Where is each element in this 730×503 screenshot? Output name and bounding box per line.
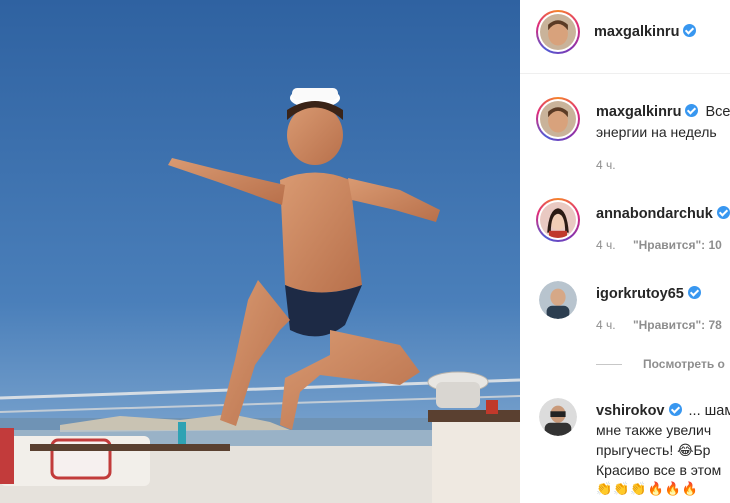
- post-photo[interactable]: [0, 0, 520, 503]
- comment-meta: 4 ч. "Нравится": 10: [596, 238, 722, 252]
- comment-username-text: annabondarchuk: [596, 206, 713, 222]
- comment-username-text: vshirokov: [596, 403, 665, 419]
- author-avatar[interactable]: [536, 10, 580, 54]
- post-header: maxgalkinru: [520, 0, 730, 74]
- comment-avatar[interactable]: [539, 281, 577, 319]
- replies-divider: [596, 364, 622, 365]
- comment-emojis: 👏👏👏🔥🔥🔥: [596, 481, 700, 496]
- verified-badge-icon: [685, 104, 699, 117]
- comment-username[interactable]: igorkrutoy65: [596, 286, 701, 302]
- comment-username[interactable]: vshirokov ... шам: [596, 403, 730, 419]
- comment-text: ... шам: [688, 403, 730, 419]
- verified-badge-icon: [683, 24, 697, 37]
- comment-avatar[interactable]: [536, 198, 580, 242]
- comment-likes[interactable]: "Нравится": 10: [633, 238, 722, 252]
- comment-text-line: мне также увелич: [596, 422, 712, 438]
- comment-avatar[interactable]: [539, 398, 577, 436]
- verified-badge-icon: [668, 403, 682, 416]
- comment-avatar[interactable]: [536, 97, 580, 141]
- author-username[interactable]: maxgalkinru: [594, 24, 697, 40]
- comment-meta: 4 ч. "Нравится": 78: [596, 318, 722, 332]
- comment-username-text: maxgalkinru: [596, 104, 682, 120]
- author-username-text: maxgalkinru: [594, 24, 680, 40]
- comment-time[interactable]: 4 ч.: [596, 318, 616, 332]
- verified-badge-icon: [716, 206, 730, 219]
- photo-illustration: [0, 0, 520, 503]
- view-replies-link[interactable]: Посмотреть о: [643, 357, 725, 371]
- comment-username[interactable]: annabondarchuk: [596, 206, 730, 222]
- verified-badge-icon: [687, 286, 701, 299]
- comment-username[interactable]: maxgalkinru Все: [596, 104, 730, 120]
- comment-time[interactable]: 4 ч.: [596, 158, 616, 172]
- comment-text: Все: [705, 104, 730, 120]
- comment-time[interactable]: 4 ч.: [596, 238, 616, 252]
- comment-text-line: прыгучесть! 😂Бр: [596, 442, 711, 458]
- comment-text-line: Красиво все в этом: [596, 462, 722, 478]
- comments-panel: maxgalkinru maxgalkinru Все энергии на н…: [520, 0, 730, 503]
- comment-likes[interactable]: "Нравится": 78: [633, 318, 722, 332]
- comment-text-line: энергии на недель: [596, 124, 717, 140]
- comment-username-text: igorkrutoy65: [596, 286, 684, 302]
